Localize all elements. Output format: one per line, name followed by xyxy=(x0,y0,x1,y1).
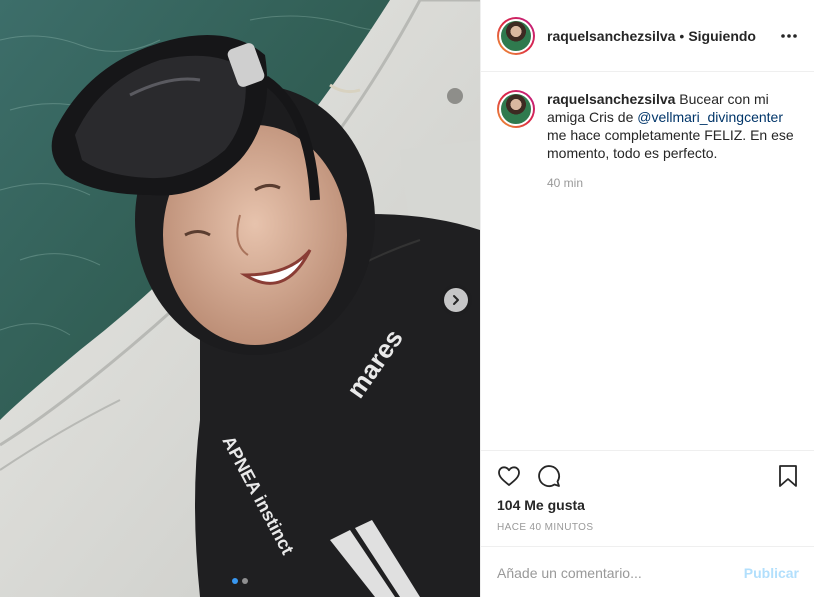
chevron-right-icon xyxy=(453,295,459,305)
post-caption: raquelsanchezsilva Bucear con mi amiga C… xyxy=(497,90,807,192)
caption-username[interactable]: raquelsanchezsilva xyxy=(547,91,675,107)
post-actions: 104 Me gusta HACE 40 MINUTOS Publicar xyxy=(481,450,814,597)
post-photo: mares APNEA instinct xyxy=(0,0,480,597)
header-separator: • xyxy=(679,27,685,44)
post-timestamp: HACE 40 MINUTOS xyxy=(497,522,594,533)
avatar-image xyxy=(499,92,533,126)
publish-button[interactable]: Publicar xyxy=(744,565,799,581)
post-header: raquelsanchezsilva • Siguiendo xyxy=(481,0,814,72)
comment-icon[interactable] xyxy=(537,464,561,488)
avatar-image xyxy=(499,18,533,53)
avatar[interactable] xyxy=(497,16,535,55)
post-panel: raquelsanchezsilva • Siguiendo raquelsan… xyxy=(480,0,814,597)
post-username[interactable]: raquelsanchezsilva xyxy=(547,28,675,44)
carousel-indicator xyxy=(0,578,480,584)
carousel-dot-active xyxy=(232,578,238,584)
caption-text: raquelsanchezsilva Bucear con mi amiga C… xyxy=(547,90,805,162)
more-horizontal-icon[interactable] xyxy=(779,26,799,46)
caption-body: raquelsanchezsilva Bucear con mi amiga C… xyxy=(547,90,805,192)
comment-form: Publicar xyxy=(481,546,814,597)
caption-text-after: me hace completamente FELIZ. En ese mome… xyxy=(547,127,794,161)
comment-input[interactable] xyxy=(497,564,744,581)
bookmark-icon[interactable] xyxy=(777,464,799,488)
caption-mention-link[interactable]: @vellmari_divingcenter xyxy=(637,109,783,125)
carousel-dot xyxy=(242,578,248,584)
heart-icon[interactable] xyxy=(497,464,521,488)
carousel-next-button[interactable] xyxy=(444,288,468,312)
follow-status-button[interactable]: Siguiendo xyxy=(688,28,756,44)
caption-time: 40 min xyxy=(547,176,584,190)
like-count[interactable]: 104 Me gusta xyxy=(497,497,585,513)
post-media[interactable]: mares APNEA instinct xyxy=(0,0,480,597)
caption-avatar[interactable] xyxy=(497,90,535,128)
